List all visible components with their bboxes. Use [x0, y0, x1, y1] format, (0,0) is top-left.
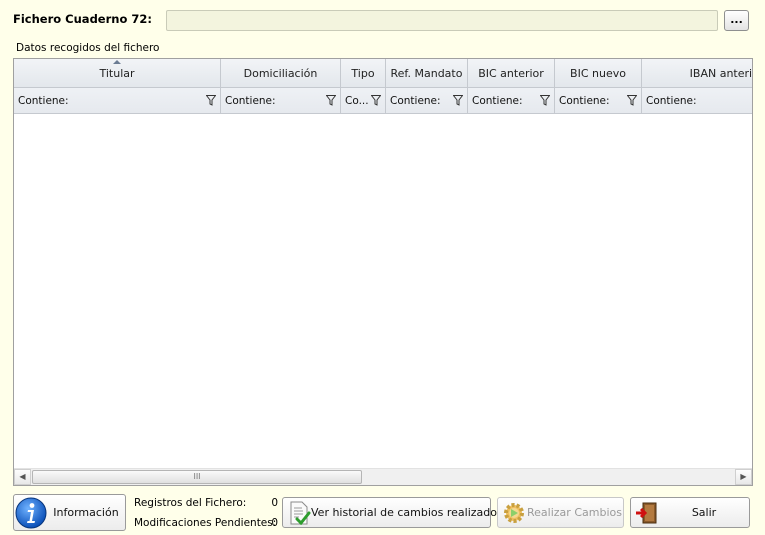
file-label: Fichero Cuaderno 72:: [13, 12, 152, 26]
file-path-input[interactable]: [166, 10, 718, 31]
grid-section-label: Datos recogidos del fichero: [16, 42, 160, 54]
column-header-label: Ref. Mandato: [390, 67, 463, 80]
gear-arrow-icon: [504, 502, 524, 523]
column-header-label: BIC anterior: [478, 67, 544, 80]
exit-door-icon: [636, 502, 657, 523]
column-header-titular[interactable]: Titular: [14, 59, 221, 88]
document-check-icon: [290, 501, 311, 525]
scroll-grip: III: [193, 472, 201, 481]
history-button-label: Ver historial de cambios realizados: [311, 506, 503, 519]
filter-operator: Co...: [345, 95, 369, 107]
filter-funnel-icon[interactable]: [206, 95, 216, 106]
column-header-label: IBAN anterior: [689, 67, 753, 80]
column-header-bic-nuevo[interactable]: BIC nuevo: [555, 59, 642, 88]
apply-changes-label: Realizar Cambios: [527, 506, 622, 519]
pendientes-value: 0: [271, 517, 278, 529]
horizontal-scrollbar[interactable]: ◀ III ▶: [14, 468, 752, 485]
filter-operator: Contiene:: [18, 95, 69, 107]
column-header-label: Tipo: [351, 67, 375, 80]
browse-button[interactable]: ...: [724, 10, 749, 31]
filter-operator: Contiene:: [225, 95, 276, 107]
filter-funnel-icon[interactable]: [540, 95, 550, 106]
column-header-label: Domiciliación: [243, 67, 318, 80]
filter-operator: Contiene:: [472, 95, 523, 107]
column-header-domiciliacion[interactable]: Domiciliación: [221, 59, 341, 88]
column-header-label: Titular: [99, 67, 135, 80]
grid-filter-row: Contiene: Contiene: Co... Contiene: Cont…: [14, 88, 752, 114]
scroll-right-button[interactable]: ▶: [735, 469, 752, 485]
filter-funnel-icon[interactable]: [326, 95, 336, 106]
filter-cell-tipo[interactable]: Co...: [341, 88, 386, 114]
column-header-ref-mandato[interactable]: Ref. Mandato: [386, 59, 468, 88]
pendientes-label: Modificaciones Pendientes:: [134, 517, 277, 529]
filter-operator: Contiene:: [646, 95, 697, 107]
filter-funnel-icon[interactable]: [371, 95, 381, 106]
filter-cell-domiciliacion[interactable]: Contiene:: [221, 88, 341, 114]
info-button[interactable]: Información: [13, 494, 126, 531]
column-header-bic-anterior[interactable]: BIC anterior: [468, 59, 555, 88]
column-header-iban-anterior[interactable]: IBAN anterior: [642, 59, 753, 88]
exit-button-label: Salir: [691, 506, 717, 519]
filter-funnel-icon[interactable]: [453, 95, 463, 106]
scrollbar-thumb[interactable]: III: [32, 470, 362, 484]
data-grid: Titular Domiciliación Tipo Ref. Mandato …: [13, 58, 753, 486]
info-icon: [15, 497, 47, 528]
grid-header-row: Titular Domiciliación Tipo Ref. Mandato …: [14, 59, 753, 88]
filter-cell-bic-anterior[interactable]: Contiene:: [468, 88, 555, 114]
apply-changes-button[interactable]: Realizar Cambios: [497, 497, 624, 528]
filter-cell-bic-nuevo[interactable]: Contiene:: [555, 88, 642, 114]
column-header-label: BIC nuevo: [570, 67, 626, 80]
column-header-tipo[interactable]: Tipo: [341, 59, 386, 88]
exit-button[interactable]: Salir: [630, 497, 750, 528]
filter-operator: Contiene:: [390, 95, 441, 107]
history-button[interactable]: Ver historial de cambios realizados: [282, 497, 503, 528]
filter-cell-iban-anterior[interactable]: Contiene:: [642, 88, 752, 114]
filter-operator: Contiene:: [559, 95, 610, 107]
filter-cell-titular[interactable]: Contiene:: [14, 88, 221, 114]
registros-value: 0: [271, 497, 278, 509]
registros-label: Registros del Fichero:: [134, 497, 247, 509]
info-button-label: Información: [53, 506, 119, 519]
sort-ascending-icon: [113, 60, 121, 64]
filter-funnel-icon[interactable]: [627, 95, 637, 106]
filter-cell-ref-mandato[interactable]: Contiene:: [386, 88, 468, 114]
scroll-left-button[interactable]: ◀: [14, 469, 31, 485]
